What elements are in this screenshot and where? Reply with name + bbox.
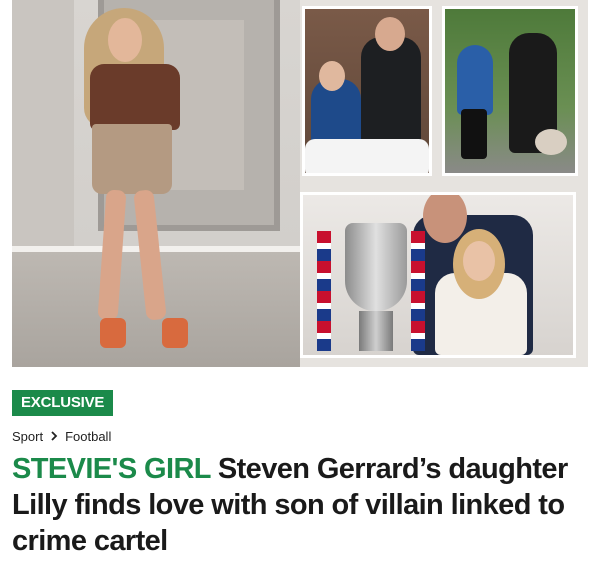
breadcrumb-sport[interactable]: Sport bbox=[12, 429, 43, 444]
chevron-right-icon bbox=[50, 430, 58, 444]
inset-photo-trophy bbox=[300, 192, 576, 358]
ribbon-right bbox=[411, 231, 425, 351]
headline[interactable]: STEVIE'S GIRL Steven Gerrard’s daughter … bbox=[12, 451, 597, 559]
ribbon-left bbox=[317, 231, 331, 351]
inset-photo-dog-walk bbox=[442, 6, 578, 176]
inset-photo-couple bbox=[302, 6, 432, 176]
article-page: EXCLUSIVE Sport Football STEVIE'S GIRL S… bbox=[0, 0, 616, 562]
hero-image[interactable] bbox=[12, 0, 588, 367]
exclusive-badge: EXCLUSIVE bbox=[12, 390, 114, 416]
trophy bbox=[345, 223, 407, 311]
breadcrumb: Sport Football bbox=[12, 429, 111, 444]
main-photo bbox=[12, 0, 300, 367]
breadcrumb-football[interactable]: Football bbox=[65, 429, 111, 444]
headline-kicker: STEVIE'S GIRL bbox=[12, 453, 211, 485]
